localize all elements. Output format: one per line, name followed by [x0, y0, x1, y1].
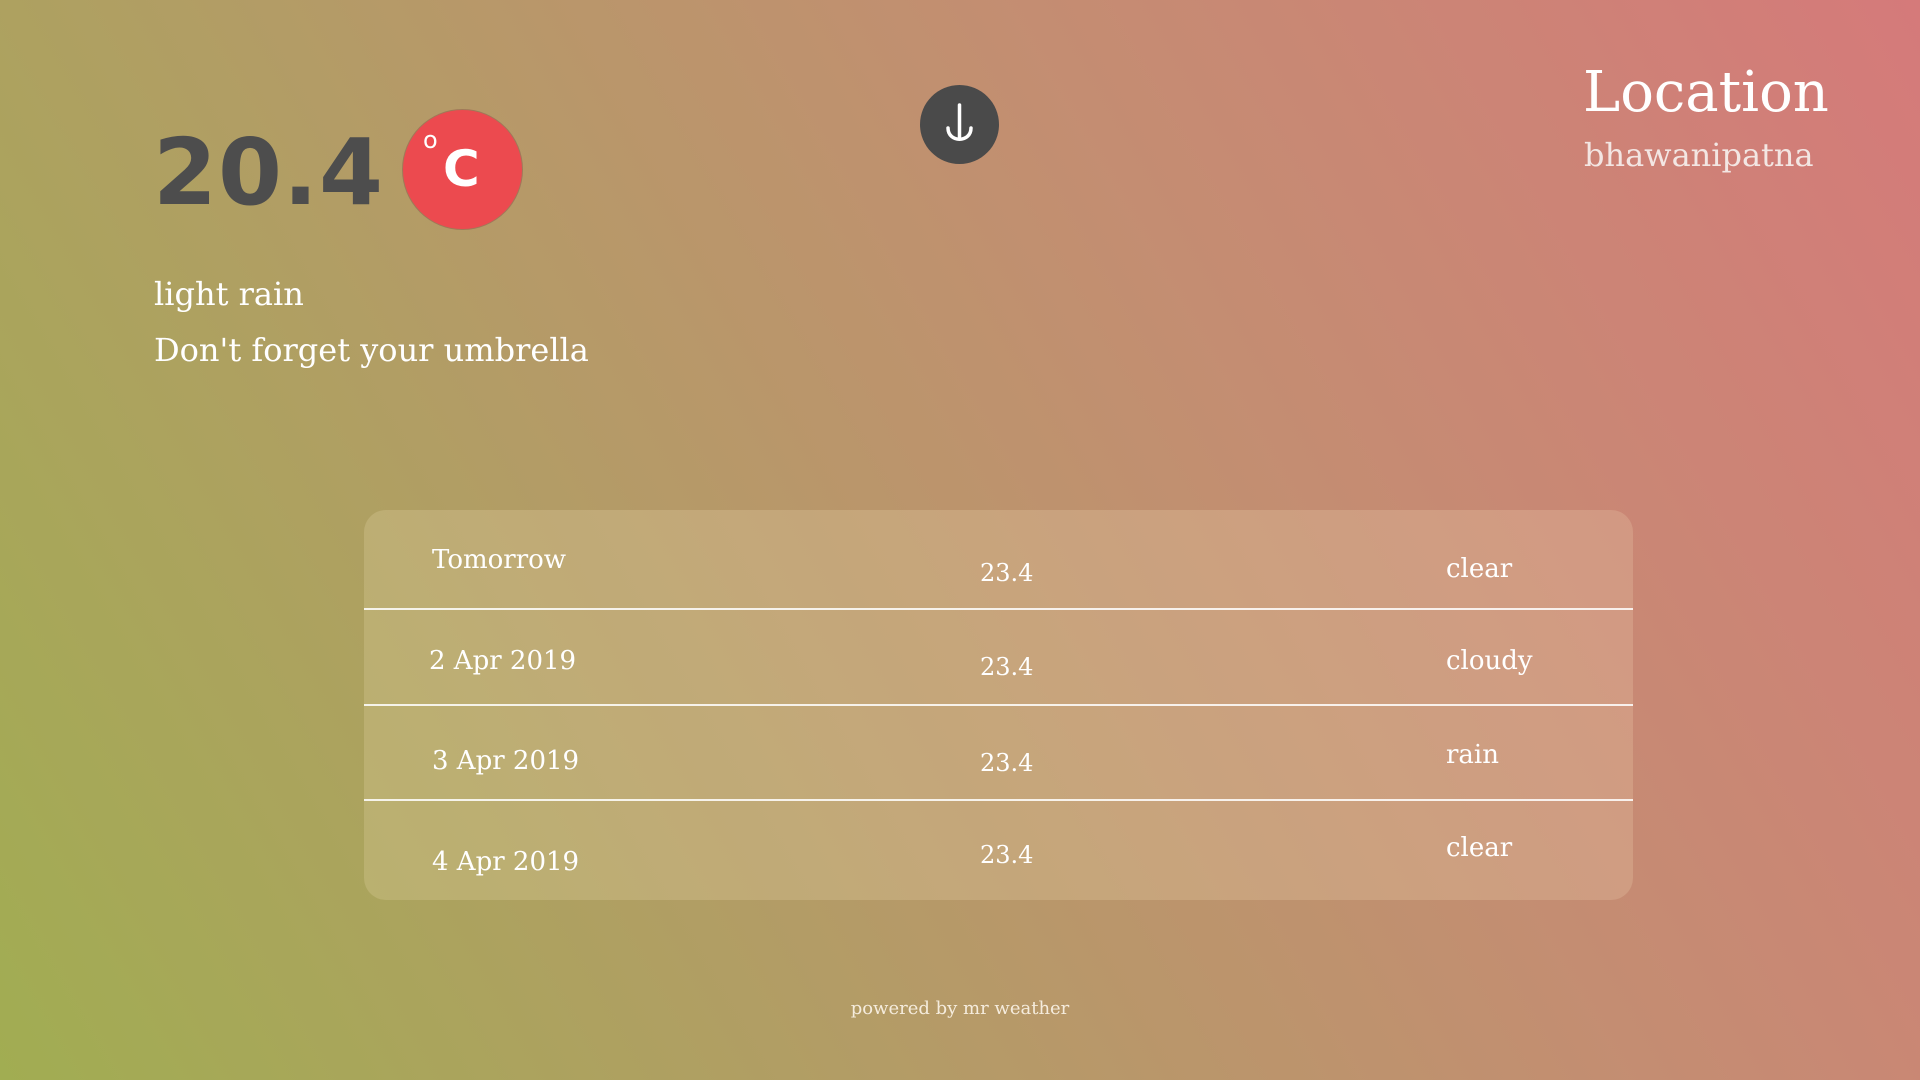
footer-credit: powered by mr weather — [850, 998, 1070, 1019]
forecast-condition: cloudy — [1446, 646, 1533, 676]
scroll-down-button[interactable] — [920, 85, 999, 164]
forecast-row: 2 Apr 2019 23.4 cloudy — [364, 610, 1633, 705]
forecast-row: Tomorrow 23.4 clear — [364, 510, 1633, 609]
forecast-day: 3 Apr 2019 — [432, 746, 580, 776]
arrow-down-icon — [946, 103, 973, 141]
forecast-row: 3 Apr 2019 23.4 rain — [364, 706, 1633, 800]
location-name: bhawanipatna — [1584, 136, 1814, 174]
forecast-temp: 23.4 — [980, 841, 1034, 869]
forecast-condition: rain — [1446, 740, 1499, 770]
forecast-day: 4 Apr 2019 — [432, 847, 580, 877]
degree-symbol: o — [423, 126, 438, 154]
forecast-day: 2 Apr 2019 — [429, 646, 577, 676]
forecast-table: Tomorrow 23.4 clear 2 Apr 2019 23.4 clou… — [364, 510, 1633, 900]
forecast-condition: clear — [1446, 554, 1513, 584]
unit-toggle-button[interactable]: o C — [403, 110, 522, 229]
forecast-row: 4 Apr 2019 23.4 clear — [364, 801, 1633, 900]
forecast-day: Tomorrow — [432, 545, 567, 575]
forecast-temp: 23.4 — [980, 653, 1034, 681]
forecast-temp: 23.4 — [980, 749, 1034, 777]
current-condition: light rain — [154, 275, 304, 313]
weather-advice: Don't forget your umbrella — [154, 331, 589, 369]
unit-letter: C — [443, 140, 480, 198]
forecast-temp: 23.4 — [980, 559, 1034, 587]
current-temperature: 20.4 — [153, 119, 384, 226]
location-heading: Location — [1583, 60, 1829, 125]
forecast-condition: clear — [1446, 833, 1513, 863]
